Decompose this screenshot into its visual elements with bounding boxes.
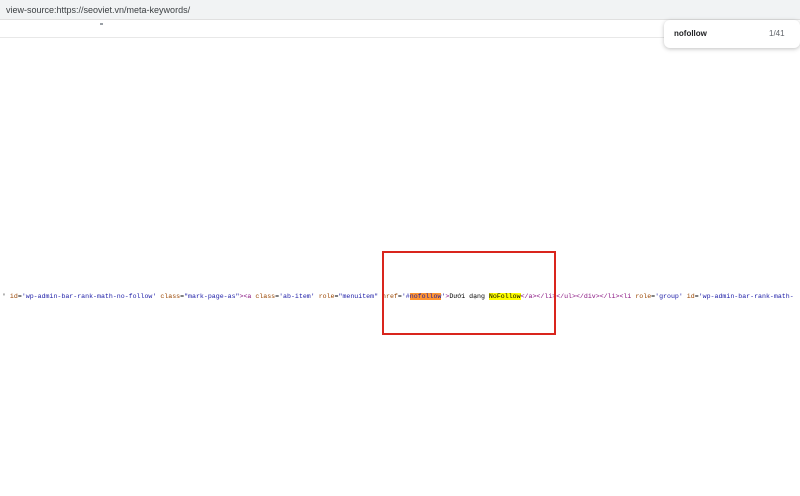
attribute-value: "mark-page-as"	[184, 293, 240, 300]
annotation-highlight-box	[382, 251, 556, 335]
attribute-name: class	[255, 293, 276, 300]
find-match-count: 1/41	[769, 29, 785, 38]
tag-markup: ><a	[239, 293, 256, 300]
attribute-name: class	[160, 293, 181, 300]
source-segment: '	[2, 293, 10, 300]
attribute-name: role	[318, 293, 335, 300]
separator-mark	[100, 23, 103, 25]
attribute-value: 'group'	[655, 293, 683, 300]
attribute-value: 'wp-admin-bar-rank-math-	[698, 293, 794, 300]
attribute-value: 'wp-admin-bar-rank-math-no-follow'	[21, 293, 157, 300]
attribute-name: id	[9, 293, 18, 300]
attribute-name: id	[686, 293, 695, 300]
find-input[interactable]: nofollow	[674, 29, 707, 38]
find-in-page-bar[interactable]: nofollow 1/41	[664, 20, 800, 48]
address-text[interactable]: view-source:https://seoviet.vn/meta-keyw…	[6, 5, 190, 15]
attribute-value: 'ab-item'	[279, 293, 315, 300]
attribute-name: role	[635, 293, 652, 300]
attribute-value: "menuitem"	[338, 293, 379, 300]
address-bar[interactable]: view-source:https://seoviet.vn/meta-keyw…	[0, 0, 800, 20]
